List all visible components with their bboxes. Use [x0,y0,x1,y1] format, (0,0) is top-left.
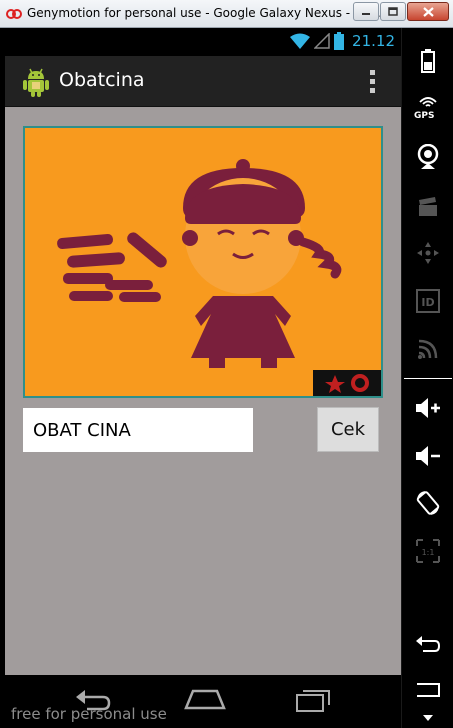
rotate-button[interactable] [402,488,453,518]
window-titlebar[interactable]: Genymotion for personal use - Google Gal… [0,0,453,28]
gps-icon [419,97,437,107]
action-bar: Obatcina [5,56,401,107]
genymotion-side-panel: GPS ID 1:1 [401,28,453,728]
device-id-button[interactable]: ID [402,286,453,316]
status-clock: 21.12 [352,32,395,50]
video-capture-button[interactable] [402,192,453,222]
cast-button[interactable] [402,334,453,364]
volume-up-button[interactable] [402,393,453,423]
svg-text:1:1: 1:1 [422,548,435,557]
android-menu-button[interactable] [402,678,453,702]
side-menu-icon [417,683,440,697]
window-title: Genymotion for personal use - Google Gal… [27,6,389,20]
recent-apps-icon[interactable] [295,687,333,713]
chevron-down-icon [423,715,433,721]
main-content: Cek [5,107,401,675]
window-controls [352,2,449,21]
camera-widget-button[interactable] [402,142,453,172]
volume-down-button[interactable] [402,441,453,471]
watermark-text: free for personal use [11,705,167,723]
battery-icon [334,32,345,50]
android-logo-icon[interactable] [23,67,49,97]
volume-down-icon [416,446,440,466]
screen: Genymotion for personal use - Google Gal… [0,0,453,728]
side-panel-separator [404,378,452,379]
pixel-perfect-button[interactable]: 1:1 [402,536,453,566]
close-button[interactable] [407,2,449,21]
side-panel-scroll-down[interactable] [402,710,453,726]
status-icons: 21.12 [290,32,395,50]
android-back-button[interactable] [402,630,453,660]
maximize-button[interactable] [380,2,406,21]
banner-image [23,126,383,398]
dpad-icon [417,242,439,264]
status-bar: 21.12 [5,28,401,56]
minimize-button[interactable] [353,2,379,21]
cek-button[interactable]: Cek [317,407,379,452]
webcam-icon [417,144,439,169]
side-back-icon [416,636,441,652]
gps-label: GPS [414,111,435,121]
app-title: Obatcina [59,69,145,91]
cast-icon [418,339,438,359]
id-icon: ID [416,289,440,313]
dpad-button[interactable] [402,238,453,268]
pixel-perfect-icon: 1:1 [416,539,440,563]
banner-badge [313,370,381,396]
signal-icon [314,33,330,49]
home-icon[interactable] [183,687,227,711]
id-label: ID [421,296,434,309]
overflow-menu-icon[interactable] [370,70,375,93]
minimize-icon [362,12,370,15]
genymotion-icon [6,9,22,19]
maximize-icon [388,7,398,16]
clapperboard-icon [419,197,437,216]
volume-up-icon [416,398,440,418]
close-icon [422,6,434,17]
rotate-icon [416,491,440,515]
gps-widget-button[interactable]: GPS [402,92,453,122]
medicine-name-input[interactable] [23,408,253,452]
android-device: 21.12 Obatcina OBAT CINA Cek free for pe… [5,28,401,728]
battery-widget-button[interactable] [402,46,453,76]
wifi-icon [290,33,311,49]
battery-widget-icon [421,49,435,73]
